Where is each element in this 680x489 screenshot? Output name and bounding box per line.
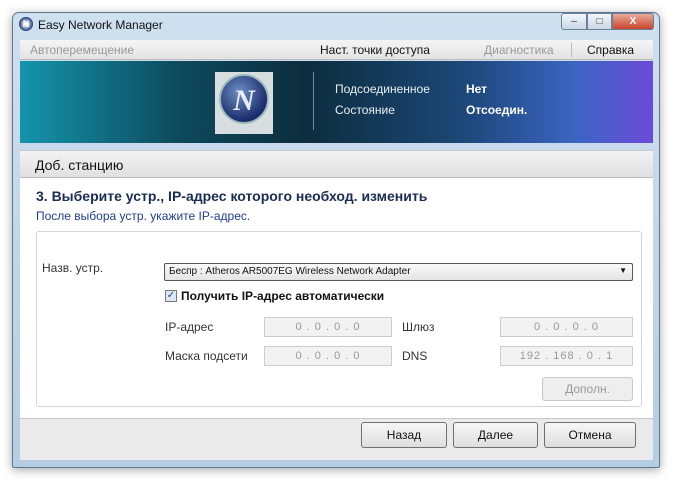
ip-field[interactable]: 0 . 0 . 0 . 0 (264, 317, 392, 337)
step-hint: После выбора устр. укажите IP-адрес. (36, 209, 251, 223)
state-label: Состояние (335, 103, 395, 117)
status-banner (20, 61, 653, 143)
auto-ip-checkbox[interactable]: ✓ (165, 290, 177, 302)
device-select[interactable]: Беспр : Atheros AR5007EG Wireless Networ… (164, 263, 633, 281)
close-button[interactable]: X (612, 13, 654, 30)
menu-help[interactable]: Справка (587, 43, 634, 57)
state-value: Отсоедин. (466, 103, 528, 117)
gateway-label: Шлюз (402, 320, 435, 334)
network-logo-icon: N (219, 74, 269, 124)
section-header: Доб. станцию (20, 150, 653, 178)
step-title: 3. Выберите устр., IP-адрес которого нео… (36, 188, 428, 204)
mask-field[interactable]: 0 . 0 . 0 . 0 (264, 346, 392, 366)
section-title: Доб. станцию (35, 157, 124, 173)
app-icon: N (19, 17, 33, 31)
ip-label: IP-адрес (165, 320, 214, 334)
advanced-button[interactable]: Дополн. (542, 377, 633, 401)
dns-label: DNS (402, 349, 428, 363)
minimize-button[interactable]: – (561, 13, 587, 30)
cancel-button[interactable]: Отмена (544, 422, 636, 448)
menu-diagnostics[interactable]: Диагностика (484, 43, 554, 57)
back-button[interactable]: Назад (361, 422, 447, 448)
gateway-field[interactable]: 0 . 0 . 0 . 0 (500, 317, 633, 337)
connected-label: Подсоединенное (335, 82, 430, 96)
connected-value: Нет (466, 82, 488, 96)
menu-ap-settings[interactable]: Наст. точки доступа (320, 43, 430, 57)
mask-label: Маска подсети (165, 349, 248, 363)
dns-field[interactable]: 192 . 168 . 0 . 1 (500, 346, 633, 366)
maximize-button[interactable]: □ (587, 13, 612, 30)
auto-ip-label[interactable]: Получить IP-адрес автоматически (181, 289, 384, 303)
chevron-down-icon: ▼ (619, 266, 627, 275)
menu-auto-move[interactable]: Автоперемещение (30, 43, 134, 57)
menu-divider (571, 43, 572, 57)
next-button[interactable]: Далее (453, 422, 538, 448)
device-label: Назв. устр. (42, 261, 104, 275)
device-value: Беспр : Atheros AR5007EG Wireless Networ… (169, 266, 411, 277)
banner-divider (313, 72, 314, 130)
menu-bar: Автоперемещение Наст. точки доступа Диаг… (20, 40, 653, 60)
window-title: Easy Network Manager (38, 18, 163, 32)
